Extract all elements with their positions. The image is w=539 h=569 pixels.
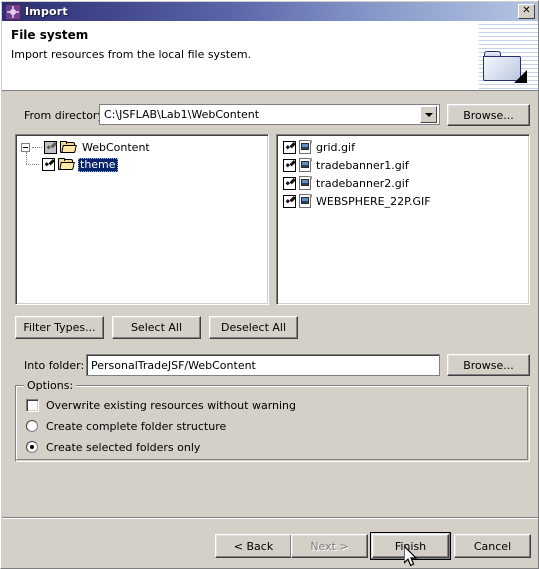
from-directory-label: From directory:	[24, 109, 107, 122]
list-item[interactable]: tradebanner1.gif	[283, 157, 409, 174]
create-selected-label: Create selected folders only	[46, 440, 201, 454]
file-checkbox[interactable]	[283, 159, 296, 172]
file-list-panel[interactable]: grid.gif tradebanner1.gif tradebanner2.g…	[276, 134, 530, 305]
options-legend: Options:	[24, 379, 77, 392]
deselect-all-button[interactable]: Deselect All	[209, 316, 298, 339]
back-button[interactable]: < Back	[215, 534, 292, 558]
next-button: Next >	[291, 534, 368, 558]
browse-destination-button[interactable]: Browse...	[447, 354, 530, 376]
folder-icon	[60, 141, 77, 154]
tree-node-theme[interactable]: theme	[21, 152, 118, 173]
options-group: Options: Overwrite existing resources wi…	[15, 379, 530, 462]
page-description: Import resources from the local file sys…	[11, 48, 252, 61]
list-item[interactable]: tradebanner2.gif	[283, 175, 409, 192]
overwrite-label: Overwrite existing resources without war…	[46, 398, 297, 412]
folder-tree-panel[interactable]: WebContent theme	[15, 134, 269, 305]
file-checkbox[interactable]	[283, 141, 296, 154]
chevron-down-icon[interactable]	[420, 106, 437, 123]
import-dialog: Import ✕ File system Import resources fr…	[0, 0, 539, 569]
from-directory-value: C:\JSFLAB\Lab1\WebContent	[104, 108, 260, 121]
create-complete-label: Create complete folder structure	[46, 419, 227, 433]
file-checkbox[interactable]	[283, 177, 296, 190]
collapse-icon[interactable]	[21, 143, 30, 152]
create-selected-folders-option[interactable]: Create selected folders only	[26, 439, 200, 455]
close-button[interactable]: ✕	[518, 4, 535, 19]
finish-button-label: Finish	[372, 534, 449, 558]
image-file-icon	[299, 194, 312, 209]
dialog-body: From directory: C:\JSFLAB\Lab1\WebConten…	[2, 91, 538, 517]
tree-node-webcontent[interactable]: WebContent	[21, 139, 152, 156]
title-bar: Import ✕	[2, 2, 538, 21]
list-item[interactable]: grid.gif	[283, 139, 355, 156]
create-selected-radio[interactable]	[26, 441, 38, 453]
overwrite-checkbox[interactable]	[26, 398, 39, 412]
dialog-footer: < Back Next > Finish Cancel	[2, 519, 538, 568]
image-file-icon	[299, 176, 312, 191]
file-checkbox[interactable]	[283, 195, 296, 208]
tree-node-label: WebContent	[82, 140, 150, 154]
image-file-icon	[299, 158, 312, 173]
close-icon: ✕	[522, 5, 531, 16]
cancel-button[interactable]: Cancel	[454, 534, 531, 558]
tree-connector	[21, 152, 42, 173]
import-wizard-icon	[5, 3, 21, 20]
tree-node-label: theme	[78, 157, 118, 172]
file-name: WEBSPHERE_22P.GIF	[316, 195, 431, 208]
folder-icon	[58, 158, 75, 171]
tree-checkbox-partial[interactable]	[44, 141, 57, 154]
file-name: tradebanner2.gif	[316, 177, 409, 190]
into-folder-value: PersonalTradeJSF/WebContent	[91, 358, 256, 372]
into-folder-label: Into folder:	[24, 359, 85, 372]
create-complete-structure-option[interactable]: Create complete folder structure	[26, 418, 226, 434]
image-file-icon	[299, 140, 312, 155]
create-complete-radio[interactable]	[26, 420, 38, 432]
overwrite-option[interactable]: Overwrite existing resources without war…	[26, 397, 296, 413]
finish-button[interactable]: Finish	[370, 532, 451, 560]
wizard-header: File system Import resources from the lo…	[2, 21, 538, 91]
page-title: File system	[11, 28, 89, 42]
file-name: grid.gif	[316, 141, 355, 154]
list-item[interactable]: WEBSPHERE_22P.GIF	[283, 193, 431, 210]
window-title: Import	[25, 5, 68, 18]
tree-checkbox-checked[interactable]	[42, 158, 55, 171]
file-name: tradebanner1.gif	[316, 159, 409, 172]
folder-banner-icon	[483, 51, 527, 83]
into-folder-input[interactable]: PersonalTradeJSF/WebContent	[86, 354, 440, 376]
tree-connector	[32, 146, 42, 149]
from-directory-combo[interactable]: C:\JSFLAB\Lab1\WebContent	[99, 104, 440, 125]
filter-types-button[interactable]: Filter Types...	[15, 316, 104, 339]
select-all-button[interactable]: Select All	[112, 316, 201, 339]
browse-source-button[interactable]: Browse...	[447, 104, 530, 126]
